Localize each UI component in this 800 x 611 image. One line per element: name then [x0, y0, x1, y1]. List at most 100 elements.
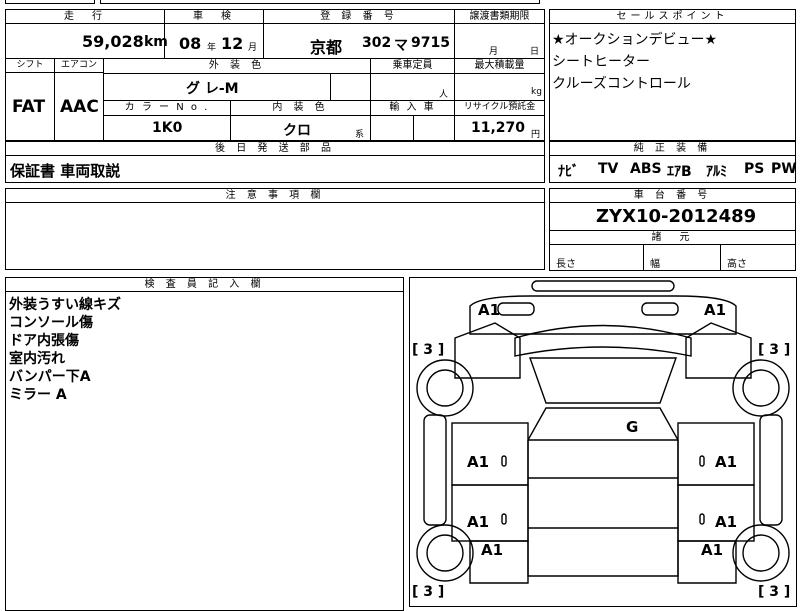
colorno-header: カ ラ ー N o . [103, 100, 231, 116]
transfer-day-unit: 日 [530, 47, 540, 57]
load-header: 最大積載量 [454, 58, 545, 74]
mileage-cell: 59,028 km [5, 23, 168, 59]
inspector-line: 室内汚れ [9, 351, 65, 367]
damage-mark: A1 [467, 453, 490, 471]
equipment-item: ｱﾙﾐ [706, 164, 727, 180]
ac-label: エアコン [54, 58, 104, 73]
tire-mark-fr: [ 3 ] [758, 342, 791, 358]
inspector-cell: 外装うすい線キズ コンソール傷 ドア内張傷 室内汚れ バンパー下A ミラー A [5, 291, 404, 611]
notes-cell [5, 202, 545, 270]
reg-region: 京都 [310, 38, 343, 57]
damage-mark: A1 [478, 301, 501, 319]
damage-mark: A1 [715, 453, 738, 471]
exterior-cell: グ レ-M [103, 73, 331, 101]
damage-mark: A1 [701, 541, 724, 559]
sales-point: クルーズコントロール [552, 76, 691, 92]
registration-cell: 京都 302 マ 9715 [263, 23, 455, 59]
tire-mark-fl: [ 3 ] [412, 342, 445, 358]
tire-mark-rl: [ 3 ] [412, 584, 445, 600]
sales-header: セールスポイント [549, 9, 796, 24]
recycle-unit: 円 [531, 130, 541, 140]
capacity-unit: 人 [439, 90, 449, 100]
load-unit: kg [531, 87, 542, 97]
dims-divider [720, 245, 721, 270]
equipment-item: TV [598, 161, 619, 177]
reg-kana: マ [394, 38, 408, 54]
load-cell: kg [454, 73, 545, 101]
chassis-value: ZYX10-2012489 [596, 206, 757, 227]
exterior-value: グ レ-M [186, 81, 239, 97]
dims-height: 高さ [727, 259, 747, 270]
equipment-item: PW [771, 161, 797, 177]
interior-header: 内 装 色 [230, 100, 371, 116]
ac-cell: AAC [54, 72, 104, 141]
inspector-line: バンパー下A [9, 369, 91, 385]
shift-cell: FAT [5, 72, 55, 141]
interior-value: クロ [283, 123, 311, 139]
capacity-header: 乗車定員 [370, 58, 455, 74]
damage-mark: A1 [467, 513, 490, 531]
damage-mark: G [626, 418, 639, 436]
transfer-header: 譲渡書類期限 [454, 9, 545, 24]
inspection-year: 08 [179, 34, 202, 53]
later-parts-header: 後 日 発 送 部 品 [5, 141, 545, 156]
mileage-value: 59,028 [82, 32, 144, 51]
inspector-line: ミラー A [9, 387, 67, 403]
colorno-value: 1K0 [152, 120, 183, 136]
top-strip-1 [5, 0, 95, 4]
interior-unit: 系 [355, 130, 365, 140]
sales-point: シートヒーター [552, 54, 650, 70]
interior-cell: クロ 系 [230, 115, 371, 141]
car-diagram [416, 280, 790, 584]
exterior-header: 外 装 色 [103, 58, 371, 74]
dims-divider [643, 245, 644, 270]
sales-points-box: ★オークションデビュー★ シートヒーター クルーズコントロール [549, 23, 796, 141]
inspector-line: コンソール傷 [9, 315, 93, 331]
damage-mark: A1 [704, 301, 727, 319]
import-cell-b [413, 115, 455, 141]
mileage-header: 走 行 [5, 9, 165, 24]
inspector-header: 検 査 員 記 入 欄 [5, 277, 404, 292]
dims-length: 長さ [556, 259, 576, 270]
dims-width: 幅 [650, 259, 660, 270]
dims-cell: 長さ 幅 高さ [549, 244, 796, 271]
reg-class: 302 [362, 35, 392, 51]
transfer-cell: 月 日 [454, 23, 545, 59]
inspection-month-unit: 月 [248, 43, 258, 53]
recycle-cell: 11,270 円 [454, 115, 545, 141]
inspection-year-unit: 年 [207, 43, 217, 53]
inspector-line: ドア内張傷 [9, 333, 79, 349]
shift-value: FAT [12, 97, 46, 117]
inspector-line: 外装うすい線キズ [9, 297, 121, 313]
later-parts-value: 保証書 車両取説 [10, 162, 121, 180]
equipment-item: PS [744, 161, 765, 177]
damage-mark: A1 [481, 541, 504, 559]
capacity-cell: 人 [370, 73, 455, 101]
chassis-cell: ZYX10-2012489 [549, 202, 796, 231]
chassis-header: 車 台 番 号 [549, 188, 796, 203]
exterior-extra-cell [330, 73, 371, 101]
ac-value: AAC [60, 97, 99, 117]
notes-header: 注 意 事 項 欄 [5, 188, 545, 203]
sales-point: ★オークションデビュー★ [552, 32, 718, 48]
damage-mark: A1 [715, 513, 738, 531]
inspection-header: 車 検 [164, 9, 264, 24]
equipment-cell: ﾅﾋﾞ TV ABS ｴｱB ｱﾙﾐ PS PW [549, 155, 797, 183]
recycle-header: リサイクル預託金 [454, 100, 545, 116]
equipment-item: ｴｱB [667, 164, 692, 180]
inspection-month: 12 [221, 34, 244, 53]
equipment-item: ABS [630, 161, 662, 177]
car-diagram-frame: A1 A1 A1 A1 A1 A1 A1 A1 G [ 3 ] [ 3 ] [ … [409, 277, 797, 607]
colorno-cell: 1K0 [103, 115, 231, 141]
recycle-value: 11,270 [471, 120, 526, 136]
import-header: 輸 入 車 [370, 100, 455, 116]
tire-mark-rr: [ 3 ] [758, 584, 791, 600]
equipment-header: 純 正 装 備 [549, 141, 796, 156]
transfer-month-unit: 月 [489, 47, 499, 57]
registration-header: 登 録 番 号 [263, 9, 455, 24]
dims-header: 諸 元 [549, 230, 796, 245]
inspection-cell: 08 年 12 月 [164, 23, 264, 59]
equipment-item: ﾅﾋﾞ [558, 164, 579, 180]
shift-label: シフト [5, 58, 55, 73]
reg-number: 9715 [411, 35, 450, 51]
